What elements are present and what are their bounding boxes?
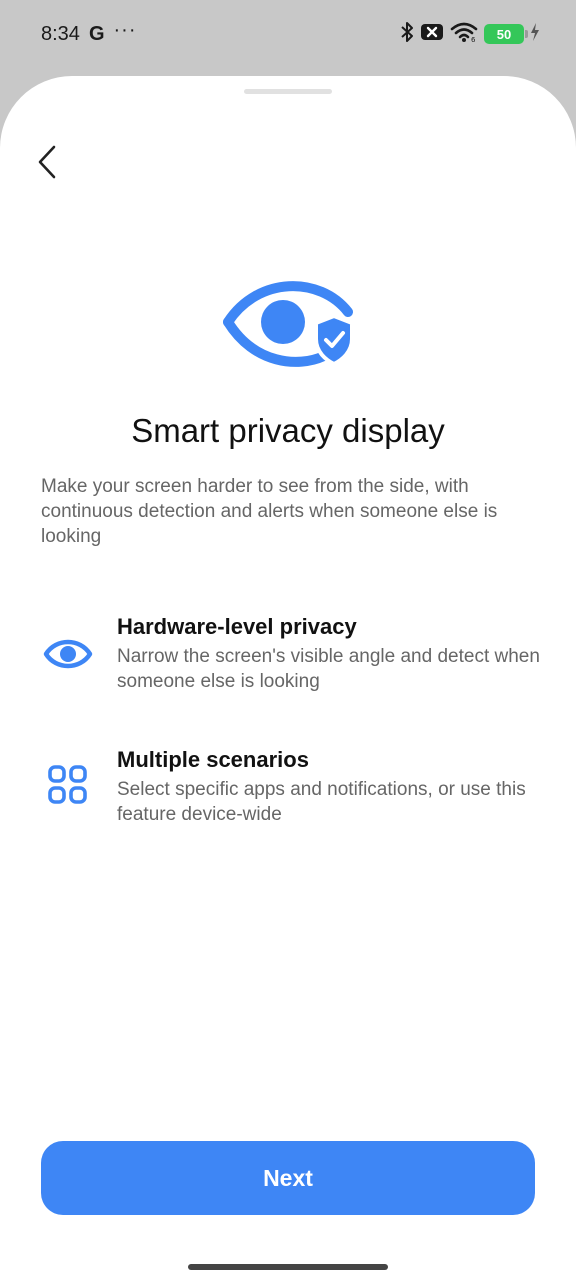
more-notifications-icon: ··· [113, 18, 137, 41]
status-time: 8:34 [41, 22, 80, 45]
svg-text:6: 6 [471, 36, 476, 43]
battery-level: 50 [496, 26, 512, 42]
status-bar: 8:34 G ··· 6 50 [0, 0, 576, 72]
wifi-icon: 6 [450, 21, 478, 48]
bluetooth-icon [400, 21, 414, 48]
sheet-grabber[interactable] [244, 89, 332, 94]
feature-description: Select specific apps and notifications, … [117, 779, 526, 825]
feature-description: Narrow the screen's visible angle and de… [117, 646, 540, 692]
chevron-left-icon [38, 145, 56, 179]
back-button[interactable] [28, 142, 68, 182]
page-description: Make your screen harder to see from the … [41, 476, 498, 547]
status-left: 8:34 G ··· [41, 18, 137, 46]
eye-icon [42, 628, 94, 680]
feature-title: Hardware-level privacy [117, 614, 357, 639]
battery-icon: 50 [484, 24, 528, 44]
page-title: Smart privacy display [131, 412, 445, 449]
apps-grid-icon [42, 759, 94, 811]
google-icon: G [88, 22, 105, 45]
home-indicator[interactable] [188, 1264, 388, 1270]
no-sim-icon [420, 21, 444, 48]
privacy-eye-shield-icon [220, 276, 360, 370]
bottom-sheet: Smart privacy display Make your screen h… [0, 76, 576, 1280]
status-right: 6 50 [400, 21, 540, 48]
feature-title: Multiple scenarios [117, 747, 309, 772]
next-button[interactable]: Next [41, 1141, 535, 1215]
charging-icon [530, 22, 540, 46]
